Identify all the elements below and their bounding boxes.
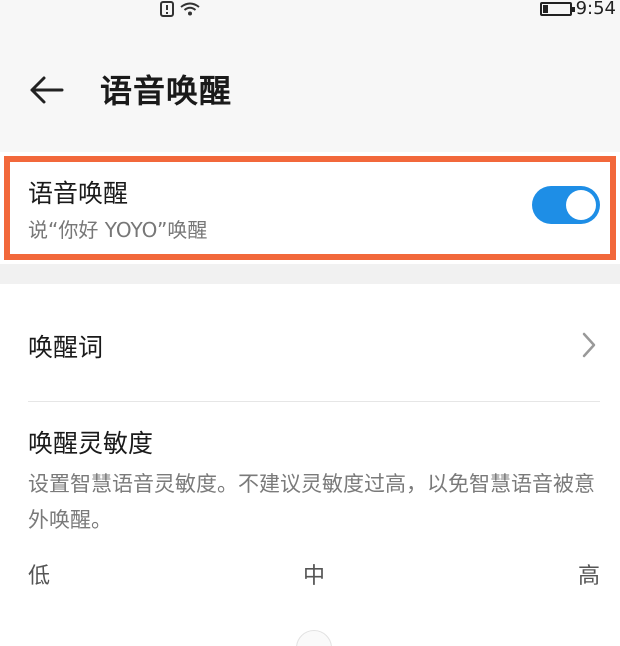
sensitivity-level-mid[interactable]: 中: [303, 558, 325, 590]
section-divider: [0, 264, 620, 284]
sensitivity-level-low[interactable]: 低: [28, 558, 50, 590]
chevron-right-icon: [582, 332, 596, 358]
voice-wakeup-subtitle: 说“你好 YOYO”唤醒: [28, 218, 208, 242]
status-right: 9:54: [539, 0, 616, 19]
status-bar: 9:54: [0, 0, 620, 22]
sensitivity-title: 唤醒灵敏度: [28, 429, 154, 458]
back-button[interactable]: [24, 68, 68, 112]
sensitivity-level-high[interactable]: 高: [578, 558, 600, 590]
voice-wakeup-row[interactable]: 语音唤醒 说“你好 YOYO”唤醒: [0, 152, 620, 264]
wake-word-row[interactable]: 唤醒词: [0, 284, 620, 404]
toggle-knob: [566, 190, 596, 220]
settings-list: 唤醒词 唤醒灵敏度 设置智慧语音灵敏度。不建议灵敏度过高，以免智慧语音被意外唤醒…: [0, 284, 620, 646]
wifi-icon: [180, 2, 200, 16]
arrow-left-icon: [30, 76, 64, 104]
header: 语音唤醒: [0, 40, 620, 140]
page-title: 语音唤醒: [100, 72, 233, 110]
row-divider: [28, 401, 600, 402]
battery-icon: [539, 1, 575, 16]
sim-alert-icon: [160, 1, 174, 17]
voice-wakeup-toggle[interactable]: [532, 186, 600, 224]
battery-level: [542, 4, 549, 13]
wake-word-label: 唤醒词: [28, 333, 104, 362]
status-time: 9:54: [575, 0, 616, 19]
voice-wakeup-settings-page: 9:54 语音唤醒 语音唤醒 说“你好 YOYO”唤醒 唤醒词 唤醒灵敏度 设置…: [0, 0, 620, 646]
status-icons: [160, 0, 200, 18]
sensitivity-description: 设置智慧语音灵敏度。不建议灵敏度过高，以免智慧语音被意外唤醒。: [28, 472, 595, 532]
voice-wakeup-title: 语音唤醒: [28, 179, 129, 208]
